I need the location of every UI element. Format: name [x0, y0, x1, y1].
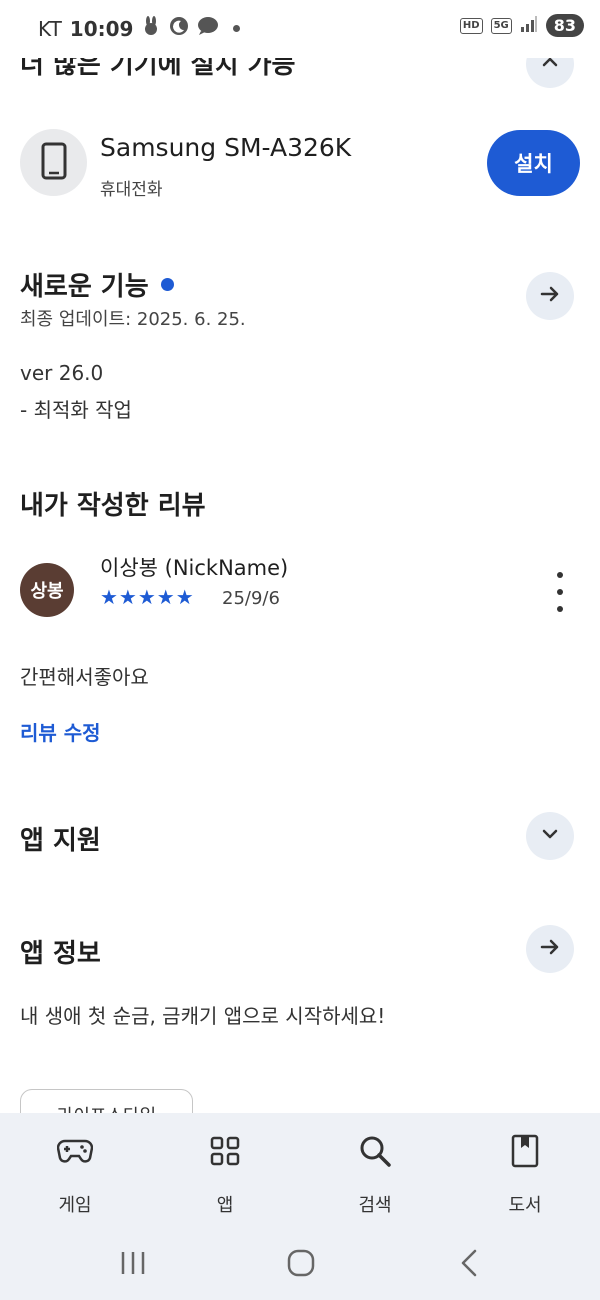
avatar: 상봉: [20, 563, 74, 617]
network-type-icon: 5G: [490, 17, 512, 34]
app-description: 내 생애 첫 순금, 금캐기 앱으로 시작하세요!: [20, 1004, 386, 1028]
recent-apps-button[interactable]: [108, 1245, 158, 1285]
back-icon: [458, 1248, 480, 1282]
star-rating: ★★★★★: [100, 585, 195, 609]
edit-review-link[interactable]: 리뷰 수정: [20, 717, 101, 746]
nav-item-search[interactable]: 검색: [325, 1131, 425, 1217]
battery-indicator: 83: [545, 14, 584, 37]
clock: 10:09: [69, 16, 134, 41]
whats-new-title-text: 새로운 기능: [20, 272, 149, 302]
nav-item-apps[interactable]: 앱: [175, 1131, 275, 1217]
new-indicator-dot: [160, 278, 174, 291]
notification-dot-icon: [233, 25, 241, 32]
system-navigation: [0, 1233, 600, 1300]
nav-label-games: 게임: [58, 1195, 92, 1216]
review-date: 25/9/6: [222, 588, 280, 609]
do-not-disturb-icon: [169, 16, 189, 41]
gamepad-icon: [25, 1131, 125, 1171]
device-name: Samsung SM-A326K: [100, 133, 352, 162]
reviewer-name: 이상봉 (NickName): [100, 556, 289, 580]
search-icon: [325, 1131, 425, 1171]
arrow-right-icon: [539, 936, 561, 962]
app-support-expand-button[interactable]: [526, 812, 574, 860]
more-options-button[interactable]: [550, 572, 570, 612]
nav-label-books: 도서: [508, 1195, 542, 1216]
kebab-dot-icon: [557, 589, 563, 595]
back-button[interactable]: [444, 1245, 494, 1285]
device-type: 휴대전화: [100, 180, 163, 200]
release-note-text: - 최적화 작업: [20, 398, 132, 422]
home-button[interactable]: [276, 1245, 326, 1285]
kebab-dot-icon: [557, 572, 563, 578]
install-button[interactable]: 설치: [487, 130, 580, 196]
nav-item-books[interactable]: 도서: [475, 1131, 575, 1217]
nav-label-apps: 앱: [216, 1195, 234, 1216]
whats-new-open-button[interactable]: [526, 272, 574, 320]
bottom-navigation: 게임 앱 검색 도서: [0, 1113, 600, 1233]
status-left: KT 10:09: [38, 16, 241, 41]
arrow-right-icon: [539, 283, 561, 309]
my-review-title: 내가 작성한 리뷰: [20, 491, 206, 521]
carrier-label: KT: [38, 16, 62, 41]
book-icon: [475, 1131, 575, 1171]
version-text: ver 26.0: [20, 361, 104, 385]
recent-apps-icon: [119, 1249, 147, 1281]
hd-voice-icon: HD: [459, 17, 483, 34]
nav-label-search: 검색: [358, 1195, 392, 1216]
chat-icon: [197, 16, 219, 41]
home-icon: [286, 1248, 316, 1282]
nav-item-games[interactable]: 게임: [25, 1131, 125, 1217]
status-bar: KT 10:09 HD 5G 83: [0, 0, 600, 58]
app-info-open-button[interactable]: [526, 925, 574, 973]
signal-icon: [520, 15, 538, 37]
apps-grid-icon: [175, 1131, 275, 1171]
kebab-dot-icon: [557, 606, 563, 612]
phone-icon: [41, 142, 67, 184]
device-avatar: [20, 129, 87, 196]
last-updated-text: 최종 업데이트: 2025. 6. 25.: [20, 309, 246, 330]
review-text: 간편해서좋아요: [20, 665, 149, 689]
chevron-down-icon: [540, 824, 560, 848]
status-right: HD 5G 83: [459, 14, 584, 37]
app-info-title: 앱 정보: [20, 939, 101, 969]
app-support-title: 앱 지원: [20, 826, 101, 856]
whats-new-title: 새로운 기능: [20, 266, 174, 303]
rabbit-icon: [141, 16, 161, 41]
